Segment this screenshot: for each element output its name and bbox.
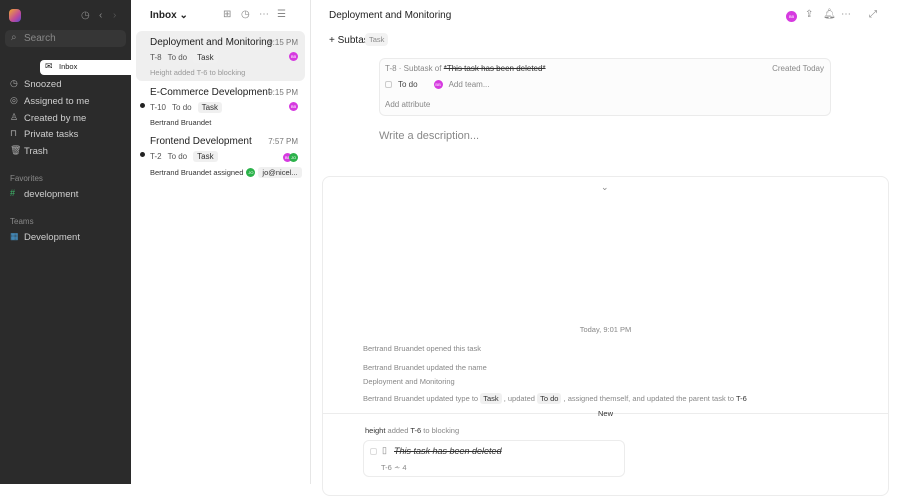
status-select[interactable]: To do: [398, 80, 418, 89]
chevron-down-icon: ⌄: [179, 10, 188, 21]
avatar: JO: [246, 168, 256, 177]
estimate-icon: ⩪: [393, 463, 401, 472]
share-icon[interactable]: ⇪: [805, 9, 813, 20]
unread-dot: [140, 103, 145, 108]
lock-icon: ⊓: [10, 128, 18, 138]
activity-panel: ⌄ Today, 9:01 PM Bertrand Bruandet opene…: [322, 176, 889, 496]
add-team-input[interactable]: Add team...: [449, 80, 490, 89]
app-logo: [9, 9, 21, 22]
parent-link[interactable]: *This task has been deleted*: [444, 64, 546, 73]
add-attribute-button[interactable]: Add attribute: [385, 100, 430, 109]
new-divider-label: New: [597, 409, 613, 418]
description-input[interactable]: Write a description...: [379, 130, 479, 142]
plus-icon: +: [329, 35, 338, 46]
chevron-down-icon[interactable]: ⌄: [601, 182, 609, 193]
task-detail: Deployment and Monitoring BB ⇪ 🔔︎ ⋯ ⤢ Ta…: [311, 0, 900, 496]
team-development[interactable]: ▦ Development: [5, 230, 126, 245]
sidebar-item-trash[interactable]: 🗑 Trash: [5, 144, 126, 159]
user-icon: ♙: [10, 112, 19, 122]
document-icon: ▯: [382, 445, 387, 455]
teams-heading: Teams: [10, 217, 34, 226]
bell-icon[interactable]: 🔔︎: [823, 9, 836, 20]
sidebar-item-assigned[interactable]: ◎ Assigned to me: [5, 94, 126, 109]
add-icon[interactable]: ⊞: [223, 9, 231, 20]
hash-icon: #: [10, 188, 16, 198]
checkbox[interactable]: [370, 448, 377, 455]
more-icon[interactable]: ⋯: [259, 9, 269, 20]
avatar: BB: [289, 102, 298, 111]
forward-icon[interactable]: ›: [113, 10, 116, 21]
target-icon: ◎: [10, 95, 18, 105]
inbox-item[interactable]: Deployment and Monitoring 9:15 PM BB T-8…: [136, 31, 305, 81]
checkbox[interactable]: [385, 81, 392, 88]
favorite-development[interactable]: # development: [5, 187, 126, 202]
trash-icon: 🗑: [10, 145, 22, 155]
inbox-item[interactable]: E-Commerce Development 9:15 PM BB T-10 To…: [136, 81, 305, 131]
avatar: BB: [289, 52, 298, 61]
unread-dot: [140, 152, 145, 157]
deleted-task-card[interactable]: ▯ This task has been deleted T-6 ⩪ 4: [363, 440, 625, 477]
clock-icon: ◷: [10, 78, 18, 88]
inbox-icon: ✉: [45, 61, 53, 71]
assignee-avatar[interactable]: BB: [433, 80, 443, 89]
tab-task[interactable]: Task: [365, 33, 389, 46]
clock-icon[interactable]: ◷: [241, 9, 250, 20]
favorites-heading: Favorites: [10, 174, 43, 183]
expand-icon[interactable]: ⤢: [869, 9, 877, 20]
avatar[interactable]: BB: [786, 11, 797, 22]
avatar: JO: [289, 153, 298, 162]
sidebar-item-created[interactable]: ♙ Created by me: [5, 111, 126, 126]
task-properties-card: T-8 · Subtask of *This task has been del…: [379, 58, 831, 116]
search-input[interactable]: ⌕ Search: [5, 30, 126, 47]
inbox-list: Inbox ⌄ ⊞ ◷ ⋯ ☰ Deployment and Monitorin…: [131, 0, 311, 484]
history-icon[interactable]: ◷: [81, 10, 90, 21]
sidebar: ◷ ‹ › ⌕Search ✉Inbox2 ◷Snoozed ◎Assigned…: [0, 0, 161, 484]
inbox-dropdown[interactable]: Inbox ⌄: [150, 10, 188, 21]
back-icon[interactable]: ‹: [99, 10, 102, 21]
team-icon: ▦: [10, 231, 19, 241]
inbox-item[interactable]: Frontend Development 7:57 PM BBJO T-2 To …: [136, 130, 305, 180]
sidebar-item-snoozed[interactable]: ◷ Snoozed: [5, 77, 126, 92]
more-icon[interactable]: ⋯: [841, 9, 851, 20]
filter-icon[interactable]: ☰: [277, 9, 286, 20]
page-title: Deployment and Monitoring: [329, 10, 452, 21]
search-icon: ⌕: [11, 32, 17, 43]
sidebar-item-private[interactable]: ⊓ Private tasks: [5, 127, 126, 142]
